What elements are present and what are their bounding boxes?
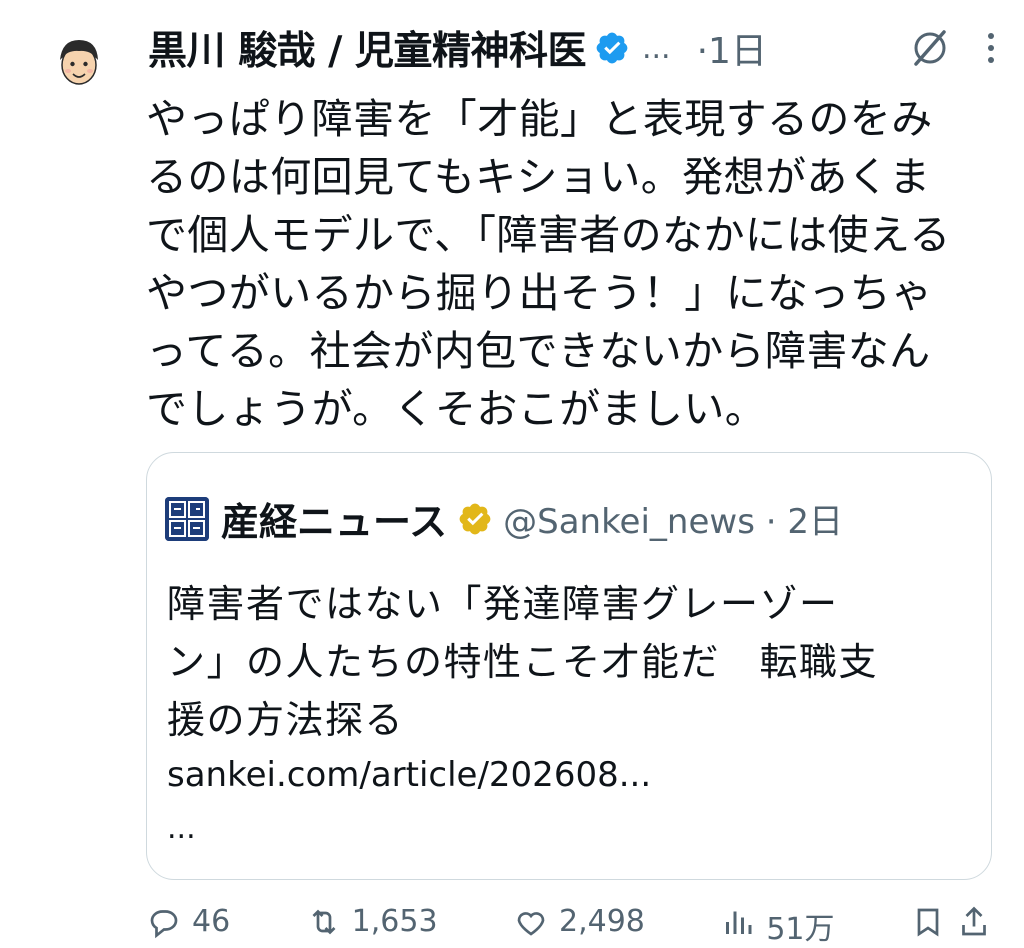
tweet-text-line: るのは何回見てもキショい。発想があくま [146,153,931,201]
grok-icon[interactable] [908,26,952,70]
author-name[interactable]: 黒川 駿哉 / 児童精神科医 [148,20,586,76]
bookmark-icon[interactable] [910,904,946,940]
gold-verified-badge-icon[interactable] [457,501,493,537]
tweet-text-line: で個人モデルで、「障害者のなかには使える [146,211,951,259]
reply-button[interactable]: 46 [146,904,230,944]
retweet-button[interactable]: 1,653 [306,904,438,944]
bookmark-share-group [910,904,992,944]
quoted-tweet-text: 障害者ではない「発達障害グレーゾー ン」の人たちの特性こそ才能だ 転職支 援の方… [167,575,878,749]
avatar[interactable] [50,34,108,92]
reply-icon [150,910,178,939]
tweet-text: やっぱり障害を「才能」と表現するのをみ るのは何回見てもキショい。発想があくま … [146,90,996,438]
reply-count: 46 [192,904,231,939]
quoted-text-line: 援の方法探る [167,698,405,742]
tweet-text-line: やつがいるから掘り出そう！」になっちゃ [146,269,933,317]
like-button[interactable]: 2,498 [513,904,645,944]
tweet-header: 黒川 駿哉 / 児童精神科医 ... ·1日 [148,16,996,80]
tweet-action-bar: 46 1,653 2,498 51万 [146,904,992,947]
name-overflow-ellipsis: ... [641,30,671,66]
sankei-logo-icon [165,496,209,541]
quoted-author-name[interactable]: 産経ニュース [221,491,447,546]
tweet-text-line: でしょうが。くそおこがましい。 [146,385,767,433]
quoted-handle-time[interactable]: @Sankei_news · 2日 [503,494,843,543]
quoted-text-line: ン」の人たちの特性こそ才能だ 転職支 [167,640,879,684]
quoted-tweet-link[interactable]: sankei.com/article/202608... [167,755,651,795]
retweet-icon [312,909,336,935]
tweet-time[interactable]: ·1日 [697,22,767,74]
tweet-text-line: ってる。社会が内包できないから障害なん [146,327,931,375]
views-count: 51万 [766,912,835,947]
tweet-text-line: やっぱり障害を「才能」と表現するのをみ [146,95,933,143]
avatar-face-icon [51,35,107,91]
more-vertical-icon[interactable] [986,30,996,66]
share-icon[interactable] [956,904,992,940]
like-count: 2,498 [558,904,645,939]
views-button[interactable]: 51万 [720,904,835,947]
views-icon [726,911,752,934]
quoted-tweet-card[interactable]: 産経ニュース @Sankei_news · 2日 障害者ではない「発達障害グレー… [146,452,992,880]
like-icon [517,912,545,936]
quoted-text-line: 障害者ではない「発達障害グレーゾー [167,582,839,626]
verified-badge-icon[interactable] [594,30,630,66]
quoted-tweet-more: ... [167,811,196,846]
quoted-tweet-header: 産経ニュース @Sankei_news · 2日 [165,491,843,546]
retweet-count: 1,653 [351,904,438,939]
